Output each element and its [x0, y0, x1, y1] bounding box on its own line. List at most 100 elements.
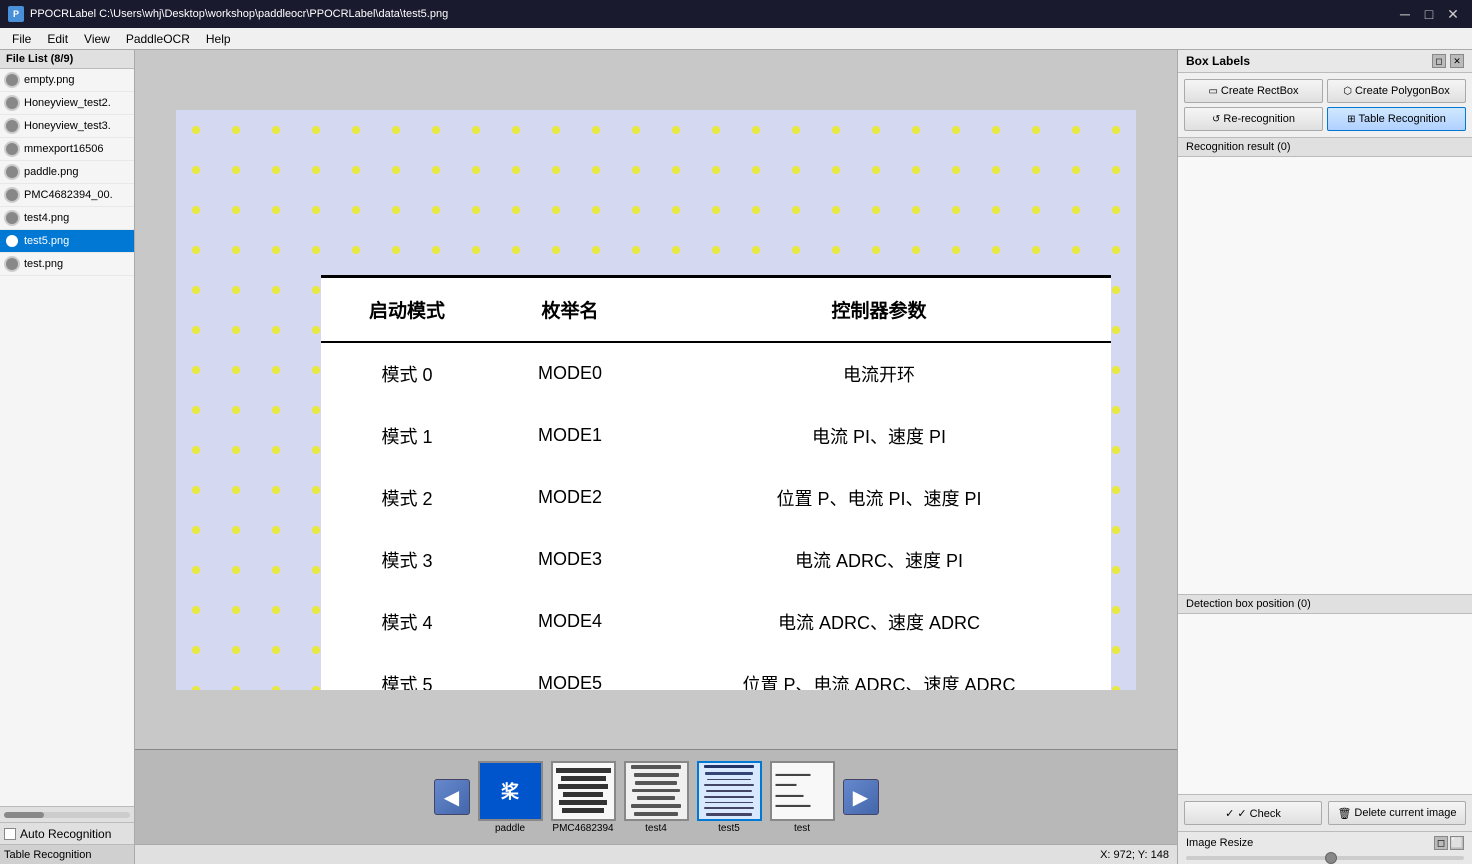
menu-bar: File Edit View PaddleOCR Help: [0, 28, 1472, 50]
panel-restore-button[interactable]: ◻: [1432, 54, 1446, 68]
file-name-honeyview2: Honeyview_test2.: [24, 97, 111, 109]
prev-button[interactable]: ◀: [434, 779, 470, 815]
file-name-test5: test5.png: [24, 235, 69, 247]
check-button[interactable]: ✓ ✓ Check: [1184, 801, 1322, 825]
table-recognition-label: Table Recognition: [1358, 113, 1445, 125]
film-label-test5: test5: [718, 823, 740, 834]
minimize-button[interactable]: ─: [1394, 4, 1416, 24]
table-header-row: 启动模式 枚举名 控制器参数: [321, 276, 1111, 342]
resize-slider-thumb: [1325, 852, 1337, 864]
film-thumb-test: ▬▬▬▬▬ ▬▬▬ ▬▬▬▬ ▬▬▬▬▬: [770, 761, 835, 821]
film-label-paddle: paddle: [495, 823, 525, 834]
film-item-pmc[interactable]: PMC4682394: [551, 761, 616, 834]
check-label: ✓ Check: [1237, 807, 1280, 820]
menu-file[interactable]: File: [4, 30, 39, 48]
image-resize-expand-button[interactable]: ⬜: [1450, 836, 1464, 850]
close-button[interactable]: ✕: [1442, 4, 1464, 24]
film-item-paddle[interactable]: 桨 paddle: [478, 761, 543, 834]
table-cell: 模式 4: [321, 591, 493, 653]
film-item-test[interactable]: ▬▬▬▬▬ ▬▬▬ ▬▬▬▬ ▬▬▬▬▬ test: [770, 761, 835, 834]
bottom-buttons-section: ✓ ✓ Check 🗑 Delete current image: [1178, 794, 1472, 831]
panel-close-button[interactable]: ✕: [1450, 54, 1464, 68]
refresh-icon: ↺: [1212, 114, 1220, 125]
file-item-test[interactable]: test.png: [0, 253, 134, 276]
create-polygon-label: Create PolygonBox: [1355, 85, 1450, 97]
film-item-test4[interactable]: test4: [624, 761, 689, 834]
image-resize-restore-button[interactable]: ◻: [1434, 836, 1448, 850]
resize-slider-row: [1178, 854, 1472, 864]
file-item-mmexport[interactable]: mmexport16506: [0, 138, 134, 161]
table-row: 模式 1 MODE1 电流 PI、速度 PI: [321, 405, 1111, 467]
table-cell: 位置 P、电流 ADRC、速度 ADRC: [647, 653, 1111, 690]
film-thumb-test4: [624, 761, 689, 821]
box-labels-title: Box Labels: [1186, 54, 1250, 68]
menu-edit[interactable]: Edit: [39, 30, 76, 48]
table-cell: 电流 ADRC、速度 PI: [647, 529, 1111, 591]
file-icon-paddle: [4, 164, 20, 180]
col-header-controller: 控制器参数: [647, 276, 1111, 342]
file-item-paddle[interactable]: paddle.png: [0, 161, 134, 184]
filmstrip: ◀ 桨 paddle PMC4682394: [135, 749, 1177, 844]
panel-controls: ◻ ✕: [1432, 54, 1464, 68]
file-name-test: test.png: [24, 258, 63, 270]
table-row: 模式 3 MODE3 电流 ADRC、速度 PI: [321, 529, 1111, 591]
file-icon-honeyview3: [4, 118, 20, 134]
re-recognition-button[interactable]: ↺ Re-recognition: [1184, 107, 1323, 131]
file-item-pmc[interactable]: PMC4682394_00.: [0, 184, 134, 207]
recognition-section: Recognition result (0): [1178, 138, 1472, 594]
menu-view[interactable]: View: [76, 30, 118, 48]
film-label-test: test: [794, 823, 810, 834]
table-recognition-bar: Table Recognition: [0, 844, 134, 864]
next-button[interactable]: ▶: [843, 779, 879, 815]
coordinates-display: X: 972; Y: 148: [1100, 849, 1169, 861]
film-thumb-paddle: 桨: [478, 761, 543, 821]
title-bar-left: P PPOCRLabel C:\Users\whj\Desktop\worksh…: [8, 6, 448, 22]
file-icon-honeyview2: [4, 95, 20, 111]
detection-box-content: [1178, 614, 1472, 794]
resize-slider[interactable]: [1186, 856, 1464, 860]
box-btn-row-1: ▭ Create RectBox ⬡ Create PolygonBox: [1184, 79, 1466, 103]
maximize-button[interactable]: □: [1418, 4, 1440, 24]
create-rect-label: Create RectBox: [1221, 85, 1299, 97]
menu-paddleocr[interactable]: PaddleOCR: [118, 30, 198, 48]
file-item-honeyview3[interactable]: Honeyview_test3.: [0, 115, 134, 138]
file-icon-empty: [4, 72, 20, 88]
table-cell: MODE1: [493, 405, 647, 467]
table-cell: MODE0: [493, 342, 647, 405]
create-rect-box-button[interactable]: ▭ Create RectBox: [1184, 79, 1323, 103]
image-resize-label: Image Resize: [1186, 837, 1253, 849]
file-list-header: File List (8/9): [0, 50, 134, 69]
delete-current-image-button[interactable]: 🗑 Delete current image: [1328, 801, 1466, 825]
file-item-honeyview2[interactable]: Honeyview_test2.: [0, 92, 134, 115]
check-icon: ✓: [1225, 807, 1234, 820]
table-cell: MODE5: [493, 653, 647, 690]
file-item-test4[interactable]: test4.png: [0, 207, 134, 230]
file-item-test5[interactable]: test5.png: [0, 230, 134, 253]
table-recognition-label: Table Recognition: [4, 849, 91, 861]
title-bar: P PPOCRLabel C:\Users\whj\Desktop\worksh…: [0, 0, 1472, 28]
table-cell: 电流开环: [647, 342, 1111, 405]
menu-help[interactable]: Help: [198, 30, 239, 48]
recognition-result-header: Recognition result (0): [1178, 138, 1472, 157]
main-layout: File List (8/9) empty.png Honeyview_test…: [0, 50, 1472, 864]
file-icon-test5: [4, 233, 20, 249]
canvas-main[interactable]: 启动模式 枚举名 控制器参数 模式 0 MODE0 电流开环: [135, 50, 1177, 749]
file-name-honeyview3: Honeyview_test3.: [24, 120, 111, 132]
delete-icon: 🗑: [1337, 807, 1351, 820]
film-item-test5[interactable]: test5: [697, 761, 762, 834]
auto-recognition-checkbox[interactable]: [4, 828, 16, 840]
auto-recognition-bar: Auto Recognition: [0, 822, 134, 844]
recognition-result-content: [1178, 157, 1472, 594]
file-item-empty[interactable]: empty.png: [0, 69, 134, 92]
horizontal-scrollbar[interactable]: [0, 806, 134, 822]
file-list-panel: File List (8/9) empty.png Honeyview_test…: [0, 50, 135, 864]
create-polygon-box-button[interactable]: ⬡ Create PolygonBox: [1327, 79, 1466, 103]
right-panel-header: Box Labels ◻ ✕: [1178, 50, 1472, 73]
table-row: 模式 0 MODE0 电流开环: [321, 342, 1111, 405]
box-buttons-section: ▭ Create RectBox ⬡ Create PolygonBox ↺ R…: [1178, 73, 1472, 138]
film-thumb-pmc: [551, 761, 616, 821]
film-label-pmc: PMC4682394: [552, 823, 613, 834]
table-cell: 模式 2: [321, 467, 493, 529]
canvas-area: 启动模式 枚举名 控制器参数 模式 0 MODE0 电流开环: [135, 50, 1177, 864]
table-recognition-button[interactable]: ⊞ Table Recognition: [1327, 107, 1466, 131]
